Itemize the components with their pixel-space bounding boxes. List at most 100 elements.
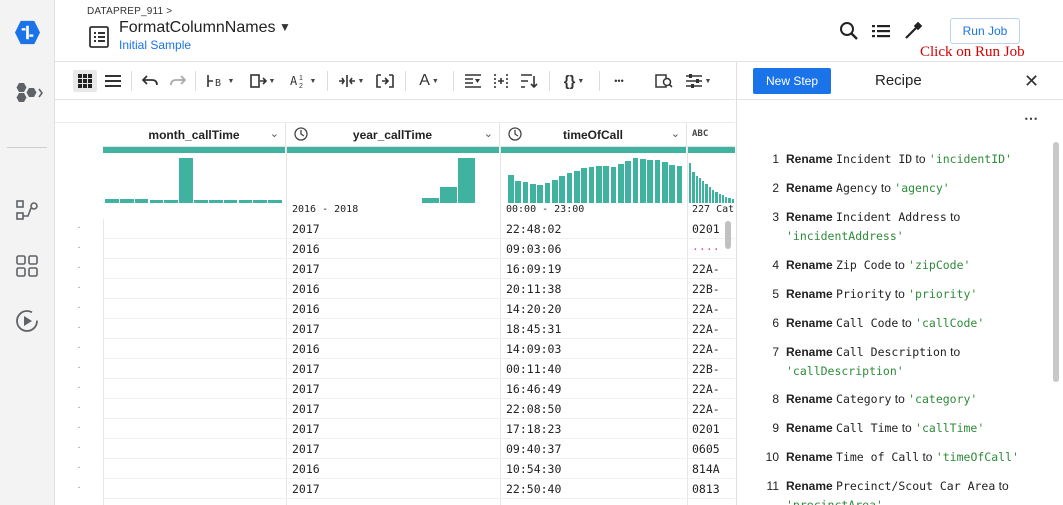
row-handle[interactable]: · [55, 462, 103, 473]
cell-timeOfCall[interactable]: 22:50:40 [506, 482, 681, 496]
histogram-bar[interactable] [537, 185, 544, 203]
histogram-bar[interactable] [715, 191, 718, 203]
cell-category[interactable]: 814A [692, 462, 734, 476]
histogram-bar[interactable] [676, 166, 683, 203]
title-chevron-down-icon[interactable]: ▼ [279, 20, 291, 34]
histogram-bar[interactable] [647, 160, 654, 203]
histogram-bar[interactable] [588, 167, 595, 203]
row-handle[interactable]: · [55, 322, 103, 333]
cell-timeOfCall[interactable]: 14:09:03 [506, 342, 681, 356]
histogram-bar[interactable] [515, 180, 522, 203]
sort-icon[interactable] [517, 70, 541, 92]
filter-rows-icon[interactable] [461, 70, 485, 92]
functions-dropdown-icon[interactable]: {} ▼ [557, 70, 591, 92]
histogram-bar[interactable] [603, 166, 610, 203]
histogram-bar[interactable] [725, 196, 728, 203]
histogram-bar[interactable] [689, 162, 692, 203]
histogram-bar[interactable] [559, 176, 566, 203]
histogram-bar[interactable] [268, 199, 282, 203]
histogram-bar[interactable] [705, 184, 708, 203]
cell-category[interactable]: 22A- [692, 262, 734, 276]
chevron-down-icon[interactable]: ⌄ [270, 127, 279, 140]
cell-year[interactable]: 2017 [292, 322, 492, 336]
cell-year[interactable]: 2016 [292, 342, 492, 356]
histogram-bar[interactable] [618, 164, 624, 203]
row-handle[interactable]: · [55, 362, 103, 373]
histogram-year[interactable] [288, 153, 497, 203]
column-header-month-callTime[interactable]: month_callTime ⌄ [103, 123, 286, 147]
histogram-bar[interactable] [552, 179, 558, 203]
row-handle[interactable]: · [55, 222, 103, 233]
histogram-bar[interactable] [728, 197, 731, 203]
column-header-category[interactable]: ABC [687, 123, 735, 147]
cell-year[interactable]: 2017 [292, 222, 492, 236]
cell-category[interactable]: 22B- [692, 282, 734, 296]
histogram-bar[interactable] [721, 195, 725, 203]
row-handle[interactable]: · [55, 382, 103, 393]
cell-timeOfCall[interactable]: 14:20:20 [506, 302, 681, 316]
cell-timeOfCall[interactable]: 09:03:06 [506, 242, 681, 256]
cell-timeOfCall[interactable]: 00:11:40 [506, 362, 681, 376]
cell-timeOfCall[interactable]: 09:40:37 [506, 442, 681, 456]
cell-year[interactable]: 2017 [292, 362, 492, 376]
histogram-bar[interactable] [508, 175, 514, 203]
cell-timeOfCall[interactable]: 16:46:49 [506, 382, 681, 396]
histogram-bar[interactable] [708, 186, 711, 203]
row-handle[interactable]: · [55, 242, 103, 253]
histogram-bar[interactable] [662, 161, 668, 203]
row-handle[interactable]: · [55, 262, 103, 273]
column-header-year-callTime[interactable]: year_callTime ⌄ [286, 123, 500, 147]
cell-category[interactable]: 22A- [692, 382, 734, 396]
histogram-bar[interactable] [566, 173, 573, 203]
histogram-bar[interactable] [632, 158, 639, 203]
histogram-bar[interactable] [731, 198, 734, 203]
column-list-icon[interactable] [101, 70, 125, 92]
details-panel-icon[interactable] [651, 70, 677, 92]
library-grid-icon[interactable] [14, 253, 40, 279]
breadcrumb[interactable]: DATAPREP_911 > [87, 6, 172, 17]
row-handle[interactable]: · [55, 482, 103, 493]
histogram-bar[interactable] [119, 199, 134, 203]
split-column-dropdown-icon[interactable]: ▼ [335, 70, 367, 92]
histogram-bar[interactable] [544, 182, 551, 203]
row-handle[interactable]: · [55, 282, 103, 293]
more-options-icon[interactable]: ⋯ [1024, 110, 1039, 127]
cell-timeOfCall[interactable]: 22:08:50 [506, 402, 681, 416]
histogram-bar[interactable] [692, 171, 695, 203]
histogram-bar[interactable] [164, 199, 179, 203]
histogram-bar[interactable] [712, 189, 715, 203]
histogram-bar[interactable] [179, 158, 193, 203]
histogram-bar[interactable] [440, 187, 457, 203]
merge-dropdown-icon[interactable]: ▼ [245, 70, 279, 92]
undo-icon[interactable] [139, 70, 161, 92]
restructure-dropdown-icon[interactable]: B ▼ [203, 70, 237, 92]
histogram-bar[interactable] [458, 158, 475, 203]
column-header-timeOfCall[interactable]: timeOfCall ⌄ [500, 123, 687, 147]
histogram-bar[interactable] [238, 199, 253, 203]
dataprep-logo-icon[interactable] [14, 19, 41, 46]
cell-category[interactable]: 0605 [692, 442, 734, 456]
cell-category[interactable]: 22A- [692, 402, 734, 416]
histogram-bar[interactable] [574, 170, 580, 203]
cell-category[interactable]: 22A- [692, 302, 734, 316]
histogram-bar[interactable] [422, 197, 439, 203]
cell-year[interactable]: 2016 [292, 462, 492, 476]
cell-year[interactable]: 2016 [292, 302, 492, 316]
insert-column-icon[interactable] [489, 70, 513, 92]
histogram-bar[interactable] [610, 167, 617, 203]
close-icon[interactable]: ✕ [1024, 71, 1039, 92]
cell-category[interactable]: 22A- [692, 342, 734, 356]
cell-year[interactable]: 2017 [292, 382, 492, 396]
settings-sliders-dropdown-icon[interactable]: ▼ [681, 70, 715, 92]
histogram-bar[interactable] [625, 160, 632, 203]
flow-diagram-icon[interactable] [14, 197, 40, 223]
histogram-bar[interactable] [105, 199, 119, 203]
format-dropdown-icon[interactable]: A 1 2 ▼ [287, 70, 319, 92]
row-handle[interactable]: · [55, 402, 103, 413]
cell-category[interactable]: 0813 [692, 482, 734, 496]
histogram-bar[interactable] [718, 194, 721, 203]
eyedropper-icon[interactable] [902, 20, 924, 42]
search-icon[interactable] [838, 20, 860, 42]
histogram-bar[interactable] [669, 164, 676, 203]
cell-year[interactable]: 2016 [292, 242, 492, 256]
